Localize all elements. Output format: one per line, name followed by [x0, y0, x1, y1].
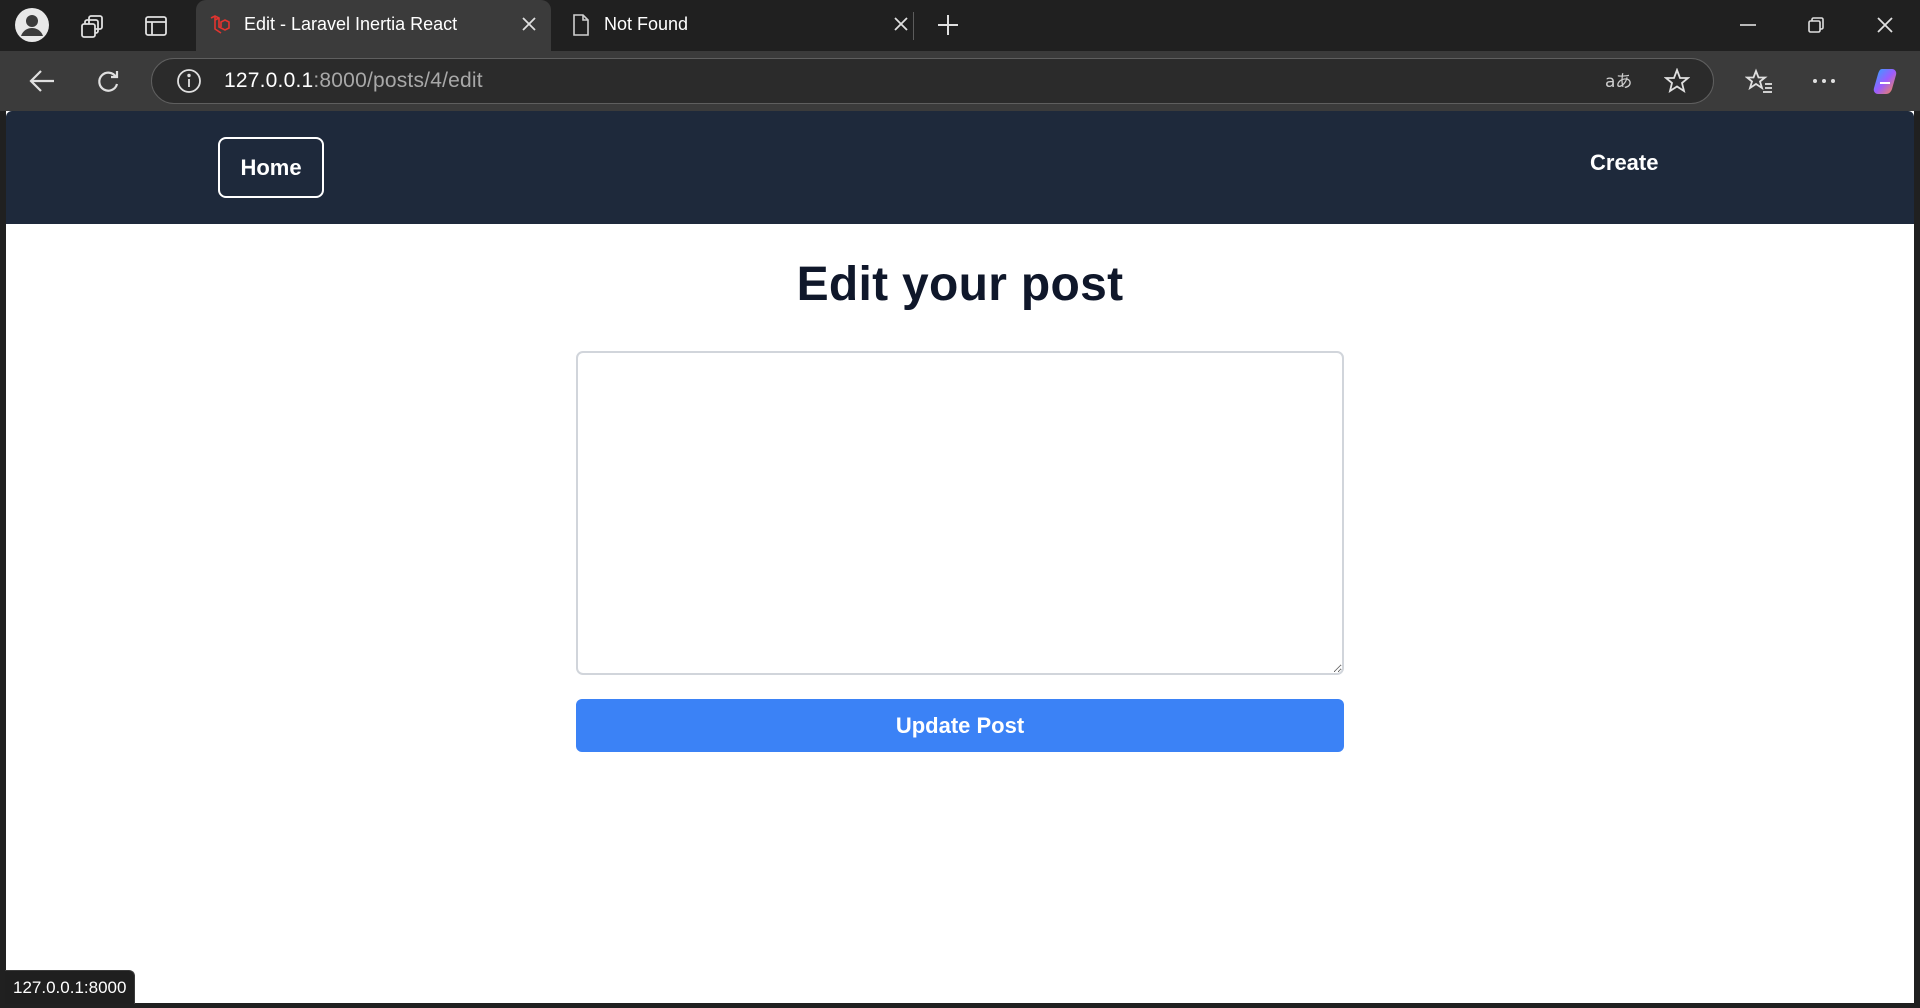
url-path: :8000/posts/4/edit	[313, 69, 483, 92]
minimize-icon[interactable]	[1733, 12, 1763, 38]
svg-text:aあ: aあ	[1605, 72, 1632, 92]
page-title: Edit your post	[796, 258, 1124, 311]
close-tab-icon[interactable]	[517, 12, 541, 36]
nav-home-link[interactable]: Home	[218, 137, 324, 198]
browser-tabstrip: Edit - Laravel Inertia React Not Found	[0, 0, 1920, 51]
update-post-button[interactable]: Update Post	[576, 699, 1344, 752]
restore-icon[interactable]	[1801, 12, 1831, 38]
workspaces-icon[interactable]	[78, 11, 108, 41]
favorites-list-icon[interactable]	[1743, 66, 1775, 96]
status-url-tooltip: 127.0.0.1:8000	[5, 970, 136, 1004]
tab-title: Not Found	[604, 14, 689, 34]
site-navbar: Home Create	[6, 111, 1914, 224]
tab-title: Edit - Laravel Inertia React	[244, 14, 458, 34]
url-text[interactable]: 127.0.0.1:8000/posts/4/edit	[224, 69, 483, 93]
tab-edit[interactable]: Edit - Laravel Inertia React	[196, 0, 551, 51]
nav-create-link[interactable]: Create	[1590, 150, 1658, 176]
more-options-icon[interactable]	[1808, 66, 1840, 96]
reload-icon[interactable]	[92, 66, 124, 96]
back-arrow-icon[interactable]	[26, 66, 58, 96]
close-window-icon[interactable]	[1870, 12, 1900, 38]
page-viewport: Home Create Edit your post Update Post	[6, 111, 1914, 1003]
favorite-star-icon[interactable]	[1662, 66, 1692, 96]
copilot-icon[interactable]	[1868, 63, 1904, 99]
new-tab-icon[interactable]	[933, 10, 963, 40]
site-info-icon[interactable]	[175, 67, 203, 95]
vertical-tabs-icon[interactable]	[141, 11, 171, 41]
laravel-icon	[208, 13, 232, 42]
translate-icon[interactable]: aあ	[1603, 67, 1637, 95]
url-host: 127.0.0.1	[224, 69, 314, 92]
post-content-textarea[interactable]	[576, 351, 1344, 675]
profile-avatar-icon[interactable]	[13, 6, 51, 44]
document-icon	[570, 13, 592, 42]
close-tab-icon[interactable]	[889, 12, 913, 36]
tab-divider	[913, 12, 914, 40]
tab-not-found[interactable]: Not Found	[557, 0, 908, 51]
